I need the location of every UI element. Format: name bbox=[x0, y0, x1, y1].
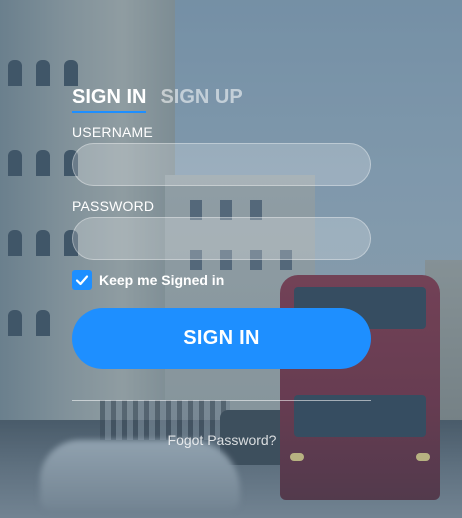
username-label: USERNAME bbox=[72, 124, 153, 140]
password-label: PASSWORD bbox=[72, 198, 155, 214]
password-input[interactable] bbox=[72, 217, 371, 260]
auth-tabs: SIGN IN SIGN UP bbox=[72, 86, 243, 113]
username-input[interactable] bbox=[72, 143, 371, 186]
divider bbox=[72, 400, 371, 401]
sign-in-button[interactable]: SIGN IN bbox=[72, 308, 371, 369]
tab-sign-up[interactable]: SIGN UP bbox=[160, 86, 242, 113]
checkmark-icon bbox=[75, 275, 89, 286]
keep-signed-in-checkbox[interactable] bbox=[72, 270, 92, 290]
forgot-password-link[interactable]: Fogot Password? bbox=[0, 432, 444, 448]
keep-signed-in-row: Keep me Signed in bbox=[72, 270, 224, 290]
keep-signed-in-label[interactable]: Keep me Signed in bbox=[99, 272, 224, 288]
tab-sign-in[interactable]: SIGN IN bbox=[72, 86, 147, 113]
